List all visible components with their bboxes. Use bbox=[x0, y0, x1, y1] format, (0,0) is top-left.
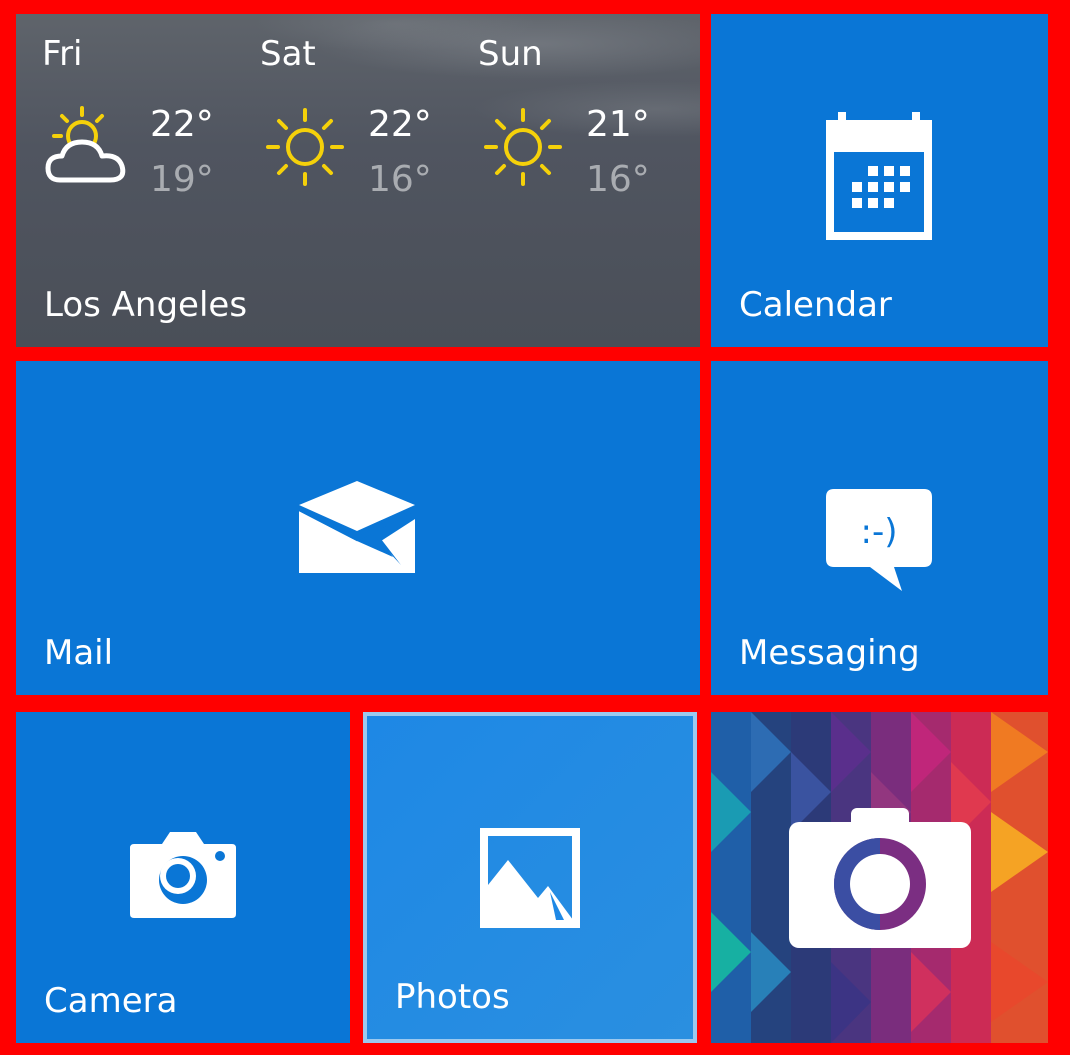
day-name: Sat bbox=[260, 34, 316, 74]
high-temp: 22° bbox=[368, 104, 432, 145]
forecast-day-fri: Fri 22° 19° bbox=[42, 14, 252, 234]
forecast-day-sun: Sun 21° 16° bbox=[478, 14, 688, 234]
sunny-icon bbox=[484, 108, 562, 186]
photos-tile[interactable]: Photos bbox=[363, 712, 697, 1043]
calendar-tile[interactable]: Calendar bbox=[711, 14, 1048, 347]
low-temp: 19° bbox=[150, 159, 214, 200]
camera-app-icon bbox=[789, 808, 971, 948]
camera-tile[interactable]: Camera bbox=[16, 712, 350, 1043]
day-name: Fri bbox=[42, 34, 83, 74]
messaging-tile[interactable]: :-) Messaging bbox=[711, 361, 1048, 695]
tile-label: Mail bbox=[44, 633, 114, 673]
mail-icon bbox=[298, 481, 416, 573]
camera-app-tile[interactable] bbox=[711, 712, 1048, 1043]
weather-city: Los Angeles bbox=[44, 285, 248, 325]
low-temp: 16° bbox=[368, 159, 432, 200]
svg-text::-): :-) bbox=[861, 512, 898, 552]
high-temp: 22° bbox=[150, 104, 214, 145]
calendar-icon bbox=[826, 112, 932, 240]
messaging-icon: :-) bbox=[826, 489, 932, 591]
weather-tile[interactable]: Fri 22° 19° Sat 22° 16° Sun 21° 16° Los … bbox=[16, 14, 700, 347]
low-temp: 16° bbox=[586, 159, 650, 200]
sunny-icon bbox=[266, 108, 344, 186]
photos-icon bbox=[480, 828, 580, 928]
mail-tile[interactable]: Mail bbox=[16, 361, 700, 695]
tile-label: Calendar bbox=[739, 285, 892, 325]
tile-label: Photos bbox=[395, 977, 510, 1017]
day-name: Sun bbox=[478, 34, 543, 74]
tile-label: Camera bbox=[44, 981, 178, 1021]
tile-label: Messaging bbox=[739, 633, 920, 673]
high-temp: 21° bbox=[586, 104, 650, 145]
forecast-day-sat: Sat 22° 16° bbox=[260, 14, 470, 234]
partly-cloudy-icon bbox=[45, 106, 126, 183]
camera-icon bbox=[130, 832, 236, 918]
